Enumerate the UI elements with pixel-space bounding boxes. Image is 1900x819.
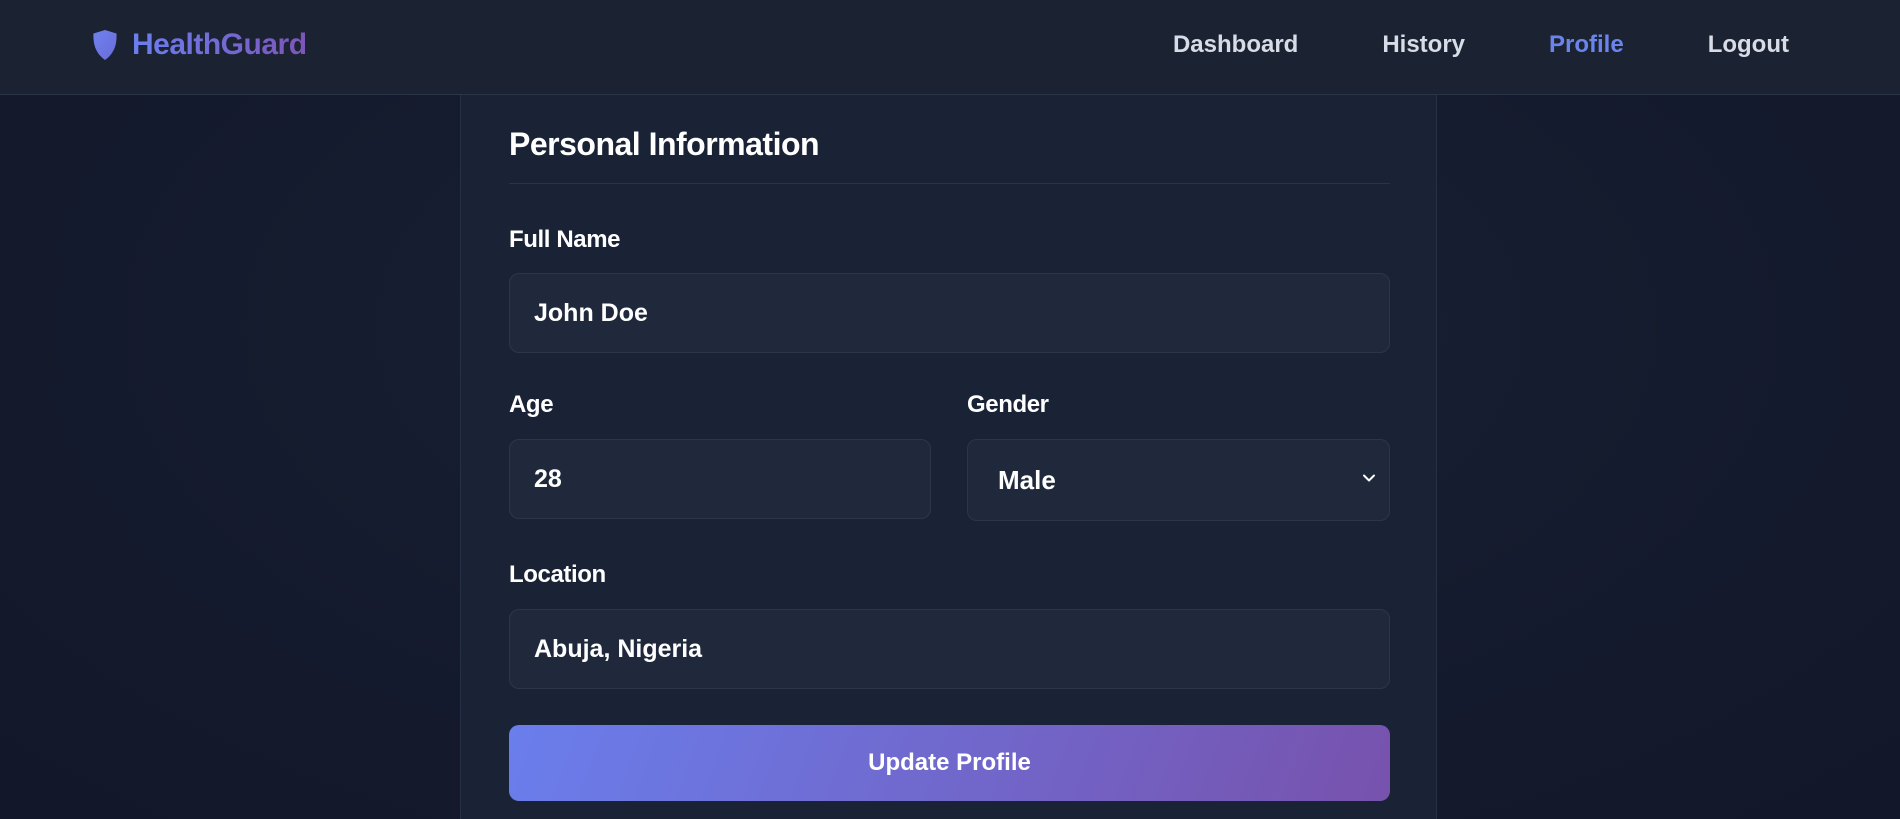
nav-link-dashboard[interactable]: Dashboard [1173, 31, 1298, 59]
location-group: Location [509, 561, 1390, 689]
nav-link-history[interactable]: History [1382, 31, 1465, 59]
gender-group: Gender Male [967, 391, 1390, 521]
nav-link-logout[interactable]: Logout [1708, 31, 1789, 59]
age-gender-row: Age Gender Male [509, 391, 1390, 521]
nav-link-profile[interactable]: Profile [1549, 31, 1624, 59]
profile-card: Personal Information Full Name Age Gende… [460, 0, 1437, 819]
shield-icon [93, 30, 117, 60]
brand-name: HealthGuard [132, 28, 307, 61]
section-title: Personal Information [509, 126, 1390, 184]
profile-form: Personal Information Full Name Age Gende… [509, 126, 1390, 801]
navbar: HealthGuard Dashboard History Profile Lo… [0, 0, 1900, 95]
age-group: Age [509, 391, 931, 521]
full-name-label: Full Name [509, 226, 621, 253]
age-label: Age [509, 391, 554, 418]
main-nav: Dashboard History Profile Logout [1173, 31, 1789, 59]
location-label: Location [509, 561, 606, 588]
gender-label: Gender [967, 391, 1049, 418]
gender-select-wrapper: Male [967, 439, 1390, 521]
location-input[interactable] [509, 609, 1390, 689]
full-name-input[interactable] [509, 273, 1390, 353]
full-name-group: Full Name [509, 226, 1390, 353]
gender-select[interactable]: Male [967, 439, 1390, 521]
update-profile-button[interactable]: Update Profile [509, 725, 1390, 801]
brand-logo[interactable]: HealthGuard [92, 28, 307, 62]
age-input[interactable] [509, 439, 931, 519]
